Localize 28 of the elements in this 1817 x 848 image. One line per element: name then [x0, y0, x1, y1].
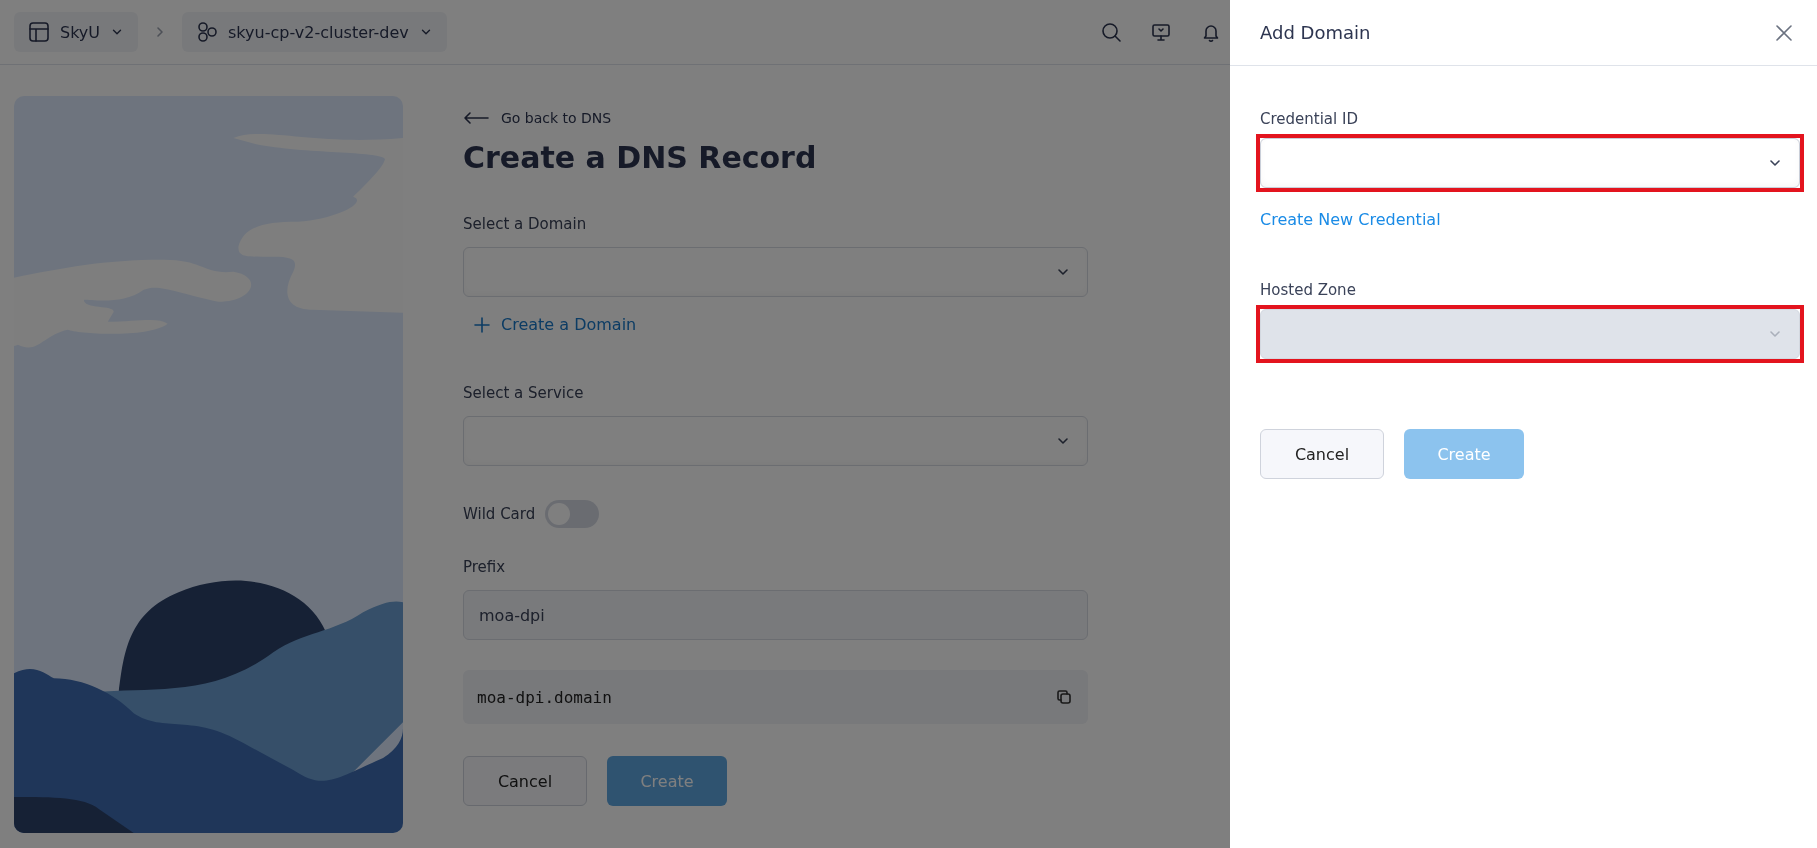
field-label: Select a Domain	[463, 215, 588, 233]
monitor-icon	[1150, 21, 1172, 43]
select-field[interactable]	[463, 416, 1088, 466]
field-label: Credential ID	[1260, 110, 1359, 128]
close-icon	[1775, 23, 1793, 42]
create-domain-link[interactable]: Create a Domain	[473, 315, 637, 334]
toggle-label: Wild Card	[463, 505, 536, 523]
select-field[interactable]	[463, 247, 1088, 297]
arrow-left-icon	[463, 111, 489, 125]
field-label: Select a Service	[463, 384, 585, 402]
domain-text: moa-dpi.domain	[477, 687, 612, 707]
breadcrumb-button[interactable]: skyu-cp-v2-cluster-dev	[182, 12, 447, 52]
search-icon	[1100, 21, 1122, 43]
cancel-button[interactable]: Cancel	[463, 756, 587, 806]
field-label: Prefix	[463, 558, 507, 576]
layout-icon	[28, 21, 50, 43]
prefix-field[interactable]: moa-dpi	[463, 590, 1088, 640]
circles-icon	[196, 21, 219, 43]
create-credential-link[interactable]: Create New Credential	[1260, 210, 1441, 229]
cancel-button[interactable]: Cancel	[1260, 429, 1384, 479]
drawer-title: Add Domain	[1260, 22, 1371, 43]
breadcrumb-button[interactable]: SkyU	[14, 12, 139, 52]
plus-icon	[473, 315, 491, 334]
copy-button[interactable]	[1054, 687, 1074, 707]
back-link[interactable]: Go back to DNS	[463, 110, 612, 126]
page-title: Create a DNS Record	[463, 140, 818, 175]
copy-icon	[1056, 689, 1072, 705]
field-label: Hosted Zone	[1260, 281, 1357, 299]
